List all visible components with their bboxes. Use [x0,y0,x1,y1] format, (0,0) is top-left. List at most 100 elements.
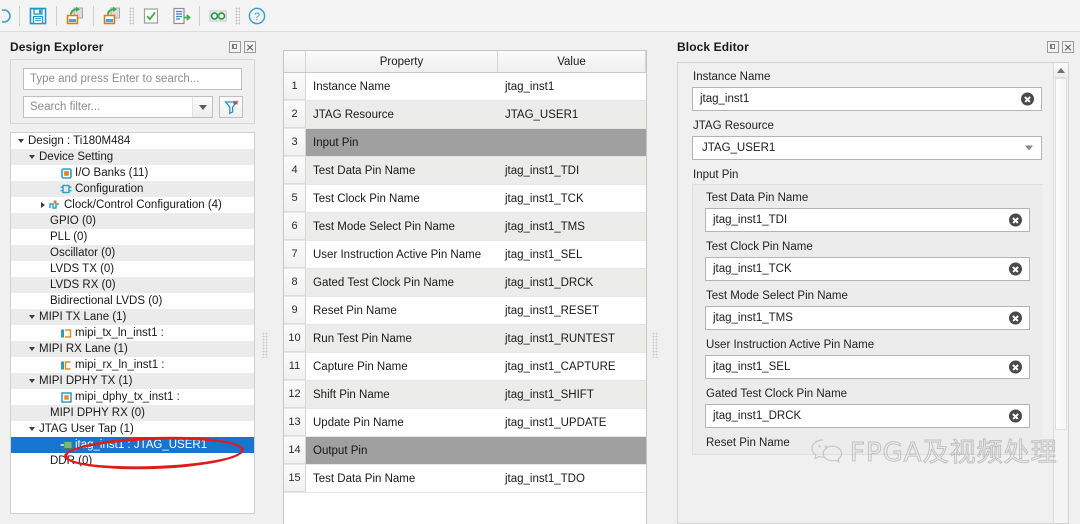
table-row[interactable]: 5Test Clock Pin Namejtag_inst1_TCK [284,185,646,213]
float-button[interactable] [229,41,241,53]
clear-icon[interactable] [1009,214,1022,227]
tree-item[interactable]: Device Setting [11,149,254,165]
clear-icon[interactable] [1021,93,1034,106]
table-row[interactable]: 8Gated Test Clock Pin Namejtag_inst1_DRC… [284,269,646,297]
tree-item[interactable]: JTAG User Tap (1) [11,421,254,437]
property-cell[interactable]: Capture Pin Name [306,353,498,380]
float-button[interactable] [1047,41,1059,53]
tree-item[interactable]: Bidirectional LVDS (0) [11,293,254,309]
chevron-down-icon[interactable] [1025,146,1033,151]
table-row[interactable]: 6Test Mode Select Pin Namejtag_inst1_TMS [284,213,646,241]
value-cell[interactable] [498,129,646,156]
table-row[interactable]: 13Update Pin Namejtag_inst1_UPDATE [284,409,646,437]
value-cell[interactable]: jtag_inst1_RESET [498,297,646,324]
pin-name-field[interactable]: jtag_inst1_TDI [705,208,1030,232]
toolbar-grip[interactable] [127,6,136,26]
tree-item[interactable]: I/O Banks (11) [11,165,254,181]
value-cell[interactable]: jtag_inst1_TCK [498,185,646,212]
tree-item[interactable]: Oscillator (0) [11,245,254,261]
property-column-header[interactable]: Property [306,51,498,72]
close-icon[interactable] [244,41,256,53]
tree-item[interactable]: mipi_dphy_tx_inst1 : [11,389,254,405]
pin-name-field[interactable]: jtag_inst1_TMS [705,306,1030,330]
save-icon[interactable] [23,2,53,30]
table-row[interactable]: 14Output Pin [284,437,646,465]
pin-name-field[interactable]: jtag_inst1_TCK [705,257,1030,281]
property-cell[interactable]: Reset Pin Name [306,297,498,324]
value-cell[interactable]: jtag_inst1_TDO [498,465,646,492]
scrollbar-track[interactable] [1054,78,1068,523]
tree-item[interactable]: GPIO (0) [11,213,254,229]
table-row[interactable]: 12Shift Pin Namejtag_inst1_SHIFT [284,381,646,409]
tree-item[interactable]: LVDS RX (0) [11,277,254,293]
clear-icon[interactable] [1009,263,1022,276]
chevron-down-icon[interactable] [192,97,212,117]
property-cell[interactable]: Test Clock Pin Name [306,185,498,212]
pin-name-field[interactable]: jtag_inst1_DRCK [705,404,1030,428]
clear-icon[interactable] [1009,410,1022,423]
value-cell[interactable]: jtag_inst1_CAPTURE [498,353,646,380]
block-editor-scrollbar[interactable] [1053,63,1068,523]
design-tree[interactable]: Design : Ti180M484Device SettingI/O Bank… [10,132,255,514]
value-cell[interactable]: jtag_inst1_DRCK [498,269,646,296]
tree-item[interactable]: MIPI DPHY TX (1) [11,373,254,389]
table-row[interactable]: 2JTAG ResourceJTAG_USER1 [284,101,646,129]
value-cell[interactable]: jtag_inst1_TMS [498,213,646,240]
chevron-right-icon[interactable] [37,202,48,208]
table-row[interactable]: 9Reset Pin Namejtag_inst1_RESET [284,297,646,325]
filter-clear-button[interactable] [219,96,243,118]
property-cell[interactable]: JTAG Resource [306,101,498,128]
property-cell[interactable]: Test Data Pin Name [306,157,498,184]
chevron-down-icon[interactable] [26,315,37,319]
value-cell[interactable] [498,437,646,464]
tree-item[interactable]: MIPI DPHY RX (0) [11,405,254,421]
tree-item[interactable]: LVDS TX (0) [11,261,254,277]
scrollbar-thumb[interactable] [1055,78,1067,430]
property-cell[interactable]: Output Pin [306,437,498,464]
chevron-down-icon[interactable] [26,379,37,383]
property-cell[interactable]: Test Mode Select Pin Name [306,213,498,240]
table-row[interactable]: 10Run Test Pin Namejtag_inst1_RUNTEST [284,325,646,353]
property-cell[interactable]: Update Pin Name [306,409,498,436]
close-icon[interactable] [1062,41,1074,53]
value-cell[interactable]: jtag_inst1_UPDATE [498,409,646,436]
tree-item[interactable]: PLL (0) [11,229,254,245]
property-cell[interactable]: Run Test Pin Name [306,325,498,352]
search-input[interactable]: Type and press Enter to search... [23,68,242,90]
instance-name-field[interactable]: jtag_inst1 [692,87,1042,111]
help-icon[interactable]: ? [242,2,272,30]
clear-icon[interactable] [1009,312,1022,325]
property-cell[interactable]: User Instruction Active Pin Name [306,241,498,268]
value-cell[interactable]: jtag_inst1_SEL [498,241,646,268]
tree-item[interactable]: Configuration [11,181,254,197]
link-icon[interactable] [203,2,233,30]
search-filter-combobox[interactable]: Search filter... [23,96,213,118]
table-row[interactable]: 7User Instruction Active Pin Namejtag_in… [284,241,646,269]
scroll-up-arrow-icon[interactable] [1054,63,1068,78]
value-cell[interactable]: jtag_inst1_SHIFT [498,381,646,408]
check-icon[interactable] [136,2,166,30]
tree-item[interactable]: jtag_inst1 : JTAG_USER1 [11,437,254,453]
tree-item[interactable]: Clock/Control Configuration (4) [11,197,254,213]
value-column-header[interactable]: Value [498,51,646,72]
table-row[interactable]: 15Test Data Pin Namejtag_inst1_TDO [284,465,646,493]
property-cell[interactable]: Shift Pin Name [306,381,498,408]
value-cell[interactable]: JTAG_USER1 [498,101,646,128]
export-icon[interactable] [97,2,127,30]
table-row[interactable]: 1Instance Namejtag_inst1 [284,73,646,101]
tree-item[interactable]: DDR (0) [11,453,254,469]
table-row[interactable]: 4Test Data Pin Namejtag_inst1_TDI [284,157,646,185]
chevron-down-icon[interactable] [26,427,37,431]
explorer-splitter[interactable] [262,332,268,358]
tree-item[interactable]: mipi_rx_ln_inst1 : [11,357,254,373]
chevron-down-icon[interactable] [15,139,26,143]
property-cell[interactable]: Input Pin [306,129,498,156]
property-splitter[interactable] [652,332,658,358]
property-cell[interactable]: Test Data Pin Name [306,465,498,492]
property-cell[interactable]: Instance Name [306,73,498,100]
table-row[interactable]: 3Input Pin [284,129,646,157]
tree-item[interactable]: MIPI RX Lane (1) [11,341,254,357]
toolbar-grip[interactable] [233,6,242,26]
property-cell[interactable]: Gated Test Clock Pin Name [306,269,498,296]
table-row[interactable]: 11Capture Pin Namejtag_inst1_CAPTURE [284,353,646,381]
